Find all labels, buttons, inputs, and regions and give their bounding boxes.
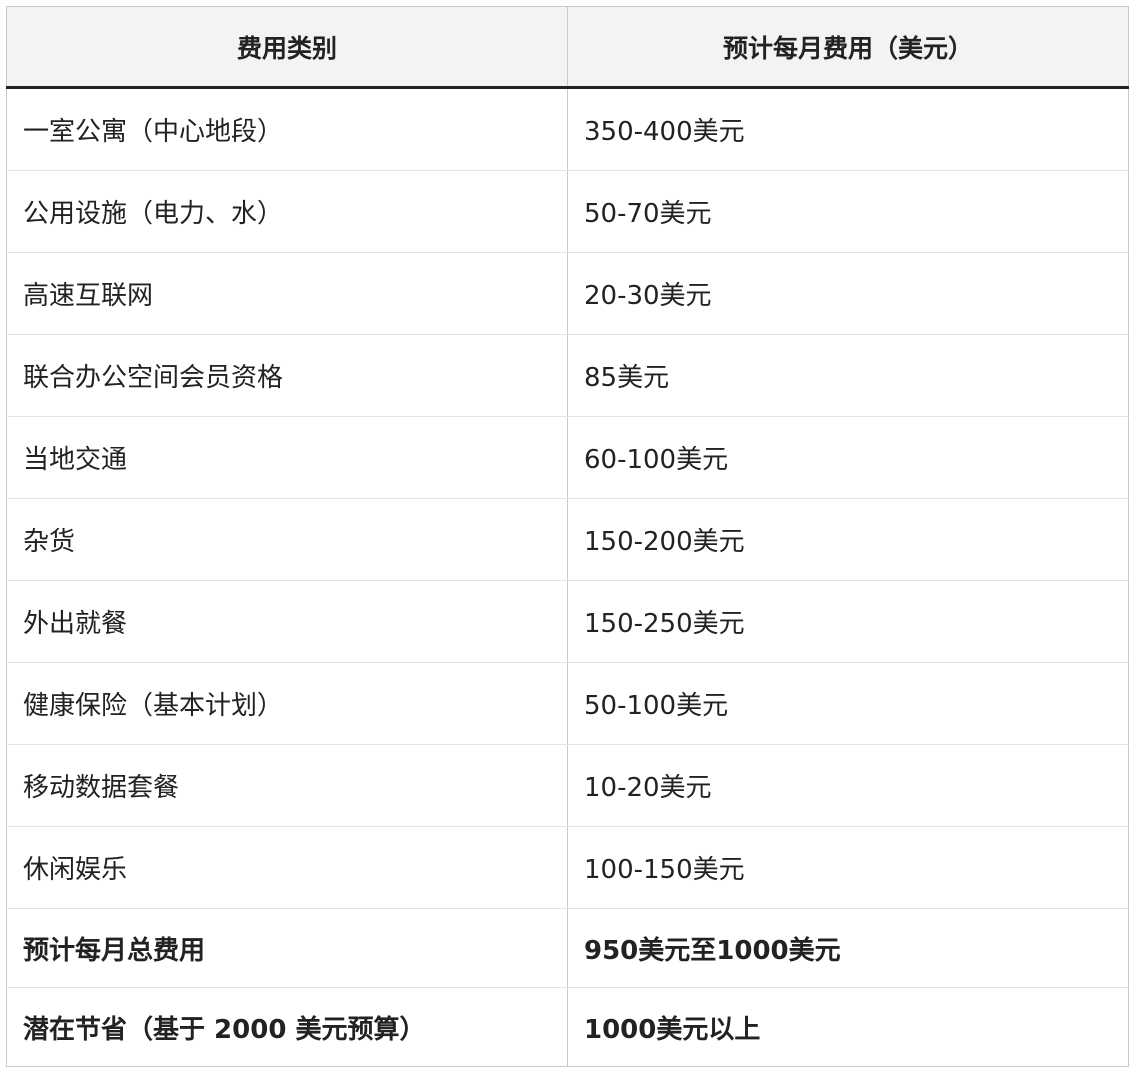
category-cell: 高速互联网	[6, 252, 568, 335]
expense-table-container: 费用类别 预计每月费用（美元） 一室公寓（中心地段） 350-400美元 公用设…	[6, 6, 1129, 1067]
table-row: 联合办公空间会员资格 85美元	[6, 334, 1129, 417]
header-row: 费用类别 预计每月费用（美元）	[6, 6, 1129, 89]
cost-cell: 350-400美元	[567, 87, 1129, 171]
table-body: 一室公寓（中心地段） 350-400美元 公用设施（电力、水） 50-70美元 …	[6, 87, 1129, 1067]
table-row: 外出就餐 150-250美元	[6, 580, 1129, 663]
category-cell: 外出就餐	[6, 580, 568, 663]
savings-row: 潜在节省（基于 2000 美元预算） 1000美元以上	[6, 987, 1129, 1067]
table-row: 健康保险（基本计划） 50-100美元	[6, 662, 1129, 745]
table-header: 费用类别 预计每月费用（美元）	[6, 6, 1129, 89]
category-cell: 健康保险（基本计划）	[6, 662, 568, 745]
total-label-cell: 预计每月总费用	[6, 908, 568, 988]
total-value-cell: 950美元至1000美元	[567, 908, 1129, 988]
table-row: 杂货 150-200美元	[6, 498, 1129, 581]
table-row: 当地交通 60-100美元	[6, 416, 1129, 499]
cost-cell: 50-100美元	[567, 662, 1129, 745]
total-row: 预计每月总费用 950美元至1000美元	[6, 908, 1129, 988]
category-cell: 一室公寓（中心地段）	[6, 87, 568, 171]
cost-cell: 150-200美元	[567, 498, 1129, 581]
category-cell: 当地交通	[6, 416, 568, 499]
category-cell: 联合办公空间会员资格	[6, 334, 568, 417]
cost-cell: 100-150美元	[567, 826, 1129, 909]
cost-cell: 50-70美元	[567, 170, 1129, 253]
category-cell: 休闲娱乐	[6, 826, 568, 909]
cost-cell: 150-250美元	[567, 580, 1129, 663]
category-cell: 移动数据套餐	[6, 744, 568, 827]
cost-cell: 60-100美元	[567, 416, 1129, 499]
table-row: 一室公寓（中心地段） 350-400美元	[6, 87, 1129, 171]
cost-cell: 10-20美元	[567, 744, 1129, 827]
cost-cell: 20-30美元	[567, 252, 1129, 335]
table-row: 高速互联网 20-30美元	[6, 252, 1129, 335]
expense-table: 费用类别 预计每月费用（美元） 一室公寓（中心地段） 350-400美元 公用设…	[6, 6, 1129, 1067]
table-row: 移动数据套餐 10-20美元	[6, 744, 1129, 827]
savings-label-cell: 潜在节省（基于 2000 美元预算）	[6, 987, 568, 1067]
header-expense-category: 费用类别	[6, 6, 568, 89]
category-cell: 杂货	[6, 498, 568, 581]
savings-value-cell: 1000美元以上	[567, 987, 1129, 1067]
category-cell: 公用设施（电力、水）	[6, 170, 568, 253]
table-row: 公用设施（电力、水） 50-70美元	[6, 170, 1129, 253]
table-row: 休闲娱乐 100-150美元	[6, 826, 1129, 909]
header-monthly-cost: 预计每月费用（美元）	[567, 6, 1129, 89]
cost-cell: 85美元	[567, 334, 1129, 417]
